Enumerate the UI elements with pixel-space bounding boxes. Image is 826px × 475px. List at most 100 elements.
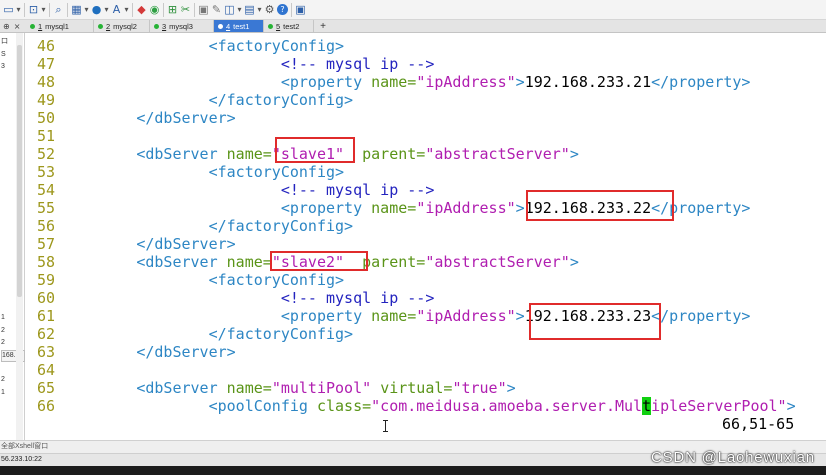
- line-number: 54: [37, 181, 56, 199]
- open-session-icon[interactable]: ⊡: [27, 2, 40, 18]
- session-properties-list-lower: 21: [1, 374, 5, 399]
- layout-icon[interactable]: ◫: [223, 2, 236, 18]
- terminal-line: 65 <dbServer name="multiPool" virtual="t…: [28, 379, 796, 397]
- tile-icon[interactable]: ▤: [243, 2, 256, 18]
- xml-string: "ipAddress": [416, 199, 516, 217]
- session-tree-item[interactable]: 1: [1, 387, 5, 400]
- help-icon[interactable]: ?: [277, 4, 288, 15]
- color-scheme-icon[interactable]: ●: [90, 2, 103, 18]
- tab-number: 5: [276, 21, 281, 31]
- terminal-line: 59 <factoryConfig>: [28, 271, 796, 289]
- find-icon[interactable]: ⌕: [52, 2, 65, 18]
- tools-icon[interactable]: ▣: [294, 2, 307, 18]
- xml-tag: <dbServer: [136, 145, 227, 163]
- toolbar-separator: [163, 2, 164, 17]
- xml-comment: <!-- mysql ip -->: [280, 55, 435, 73]
- dropdown-caret-icon[interactable]: ▾: [256, 2, 263, 18]
- tab-mysql2[interactable]: 2 mysql2: [94, 20, 150, 32]
- mouse-ibeam-icon: [383, 420, 388, 432]
- session-status-icon: [98, 23, 103, 29]
- terminal-line: 58 <dbServer name="slave2" parent="abstr…: [28, 253, 796, 271]
- xml-attribute: parent=: [362, 145, 426, 163]
- session-tree-item[interactable]: 口: [1, 36, 8, 49]
- compose-icon[interactable]: ✎: [210, 2, 223, 18]
- line-number: 60: [37, 289, 56, 307]
- new-session-icon[interactable]: ▭: [2, 2, 15, 18]
- line-number: 63: [37, 343, 56, 361]
- dropdown-caret-icon[interactable]: ▾: [236, 2, 243, 18]
- xml-tag: <factoryConfig>: [208, 271, 345, 289]
- session-tree-item[interactable]: 2: [1, 374, 5, 387]
- line-number: 53: [37, 163, 56, 181]
- sidebar-scrollbar[interactable]: [16, 33, 23, 440]
- tab-mysql3[interactable]: 3 mysql3: [150, 20, 214, 32]
- properties-icon[interactable]: ▦: [70, 2, 83, 18]
- fullscreen-icon[interactable]: ⊞: [166, 2, 179, 18]
- xml-comment: <!-- mysql ip -->: [280, 181, 435, 199]
- terminal-line: 55 <property name="ipAddress">192.168.23…: [28, 199, 796, 217]
- session-tree-top: 口S3: [1, 36, 8, 74]
- highlight-box-slave1: [275, 137, 355, 163]
- session-status-icon: [268, 23, 273, 29]
- tab-number: 3: [162, 21, 167, 31]
- line-number: 57: [37, 235, 56, 253]
- toolbar-separator: [49, 2, 50, 17]
- tab-number: 1: [38, 21, 43, 31]
- xml-string: "ipAddress": [416, 73, 516, 91]
- dropdown-caret-icon[interactable]: ▾: [123, 2, 130, 18]
- close-panel-icon[interactable]: ×: [14, 22, 21, 31]
- tab-mysql1[interactable]: 1 mysql1: [26, 20, 94, 32]
- code-text: <factoryConfig>: [64, 271, 344, 289]
- dropdown-caret-icon[interactable]: ▾: [83, 2, 90, 18]
- xml-tag: <property: [280, 307, 372, 325]
- session-tree-item[interactable]: 3: [1, 61, 8, 74]
- session-tree-item[interactable]: S: [1, 49, 8, 62]
- line-number: 49: [37, 91, 56, 109]
- code-text: <property name="ipAddress">192.168.233.2…: [64, 73, 751, 91]
- terminal-line: 53 <factoryConfig>: [28, 163, 796, 181]
- dropdown-caret-icon[interactable]: ▾: [103, 2, 110, 18]
- xftp-icon[interactable]: ◆: [135, 2, 148, 18]
- code-text: </dbServer>: [64, 343, 235, 361]
- dropdown-caret-icon[interactable]: ▾: [15, 2, 22, 18]
- xml-tag: </dbServer>: [136, 235, 236, 253]
- line-number: 50: [37, 109, 56, 127]
- session-status-icon: [218, 23, 223, 29]
- new-tab-button[interactable]: +: [317, 20, 329, 32]
- xml-string: "ipAddress": [416, 307, 516, 325]
- compose-bar-text: 全部Xshell窗口: [1, 443, 49, 450]
- pin-icon[interactable]: ⊕: [3, 22, 10, 31]
- tab-label: test1: [233, 21, 250, 31]
- session-tab-bar: ⊕ × 1 mysql1 2 mysql2 3 mysql3 4 test1 5 test2 +: [0, 20, 826, 33]
- dropdown-caret-icon[interactable]: ▾: [40, 2, 47, 18]
- highlight-box-ip-23: [529, 303, 661, 340]
- tab-number: 2: [106, 21, 111, 31]
- session-panel-header: ⊕ ×: [0, 20, 25, 32]
- highlight-box-ip-22: [526, 190, 674, 221]
- lock-icon[interactable]: ▣: [197, 2, 210, 18]
- font-icon[interactable]: A: [110, 2, 123, 18]
- line-number: 66: [37, 397, 56, 415]
- xml-tag: <property: [280, 199, 372, 217]
- code-text: </dbServer>: [64, 235, 236, 253]
- terminal-line: 62 </factoryConfig>: [28, 325, 796, 343]
- xml-attribute: name=: [371, 199, 417, 217]
- settings-icon[interactable]: ⚙: [263, 2, 276, 18]
- xagent-icon[interactable]: ◉: [148, 2, 161, 18]
- xml-string: "multiPool": [271, 379, 372, 397]
- sidebar-scrollbar-thumb[interactable]: [17, 45, 22, 297]
- os-taskbar: [0, 466, 826, 475]
- tab-test2[interactable]: 5 test2: [264, 20, 314, 32]
- cut-icon[interactable]: ✂: [179, 2, 192, 18]
- code-text: <factoryConfig>: [64, 37, 344, 55]
- code-text: </factoryConfig>: [64, 217, 354, 235]
- tab-test1[interactable]: 4 test1: [214, 20, 264, 32]
- terminal-view[interactable]: 46 <factoryConfig> 47 <!-- mysql ip --> 48…: [25, 33, 826, 440]
- code-text: </factoryConfig>: [64, 91, 354, 109]
